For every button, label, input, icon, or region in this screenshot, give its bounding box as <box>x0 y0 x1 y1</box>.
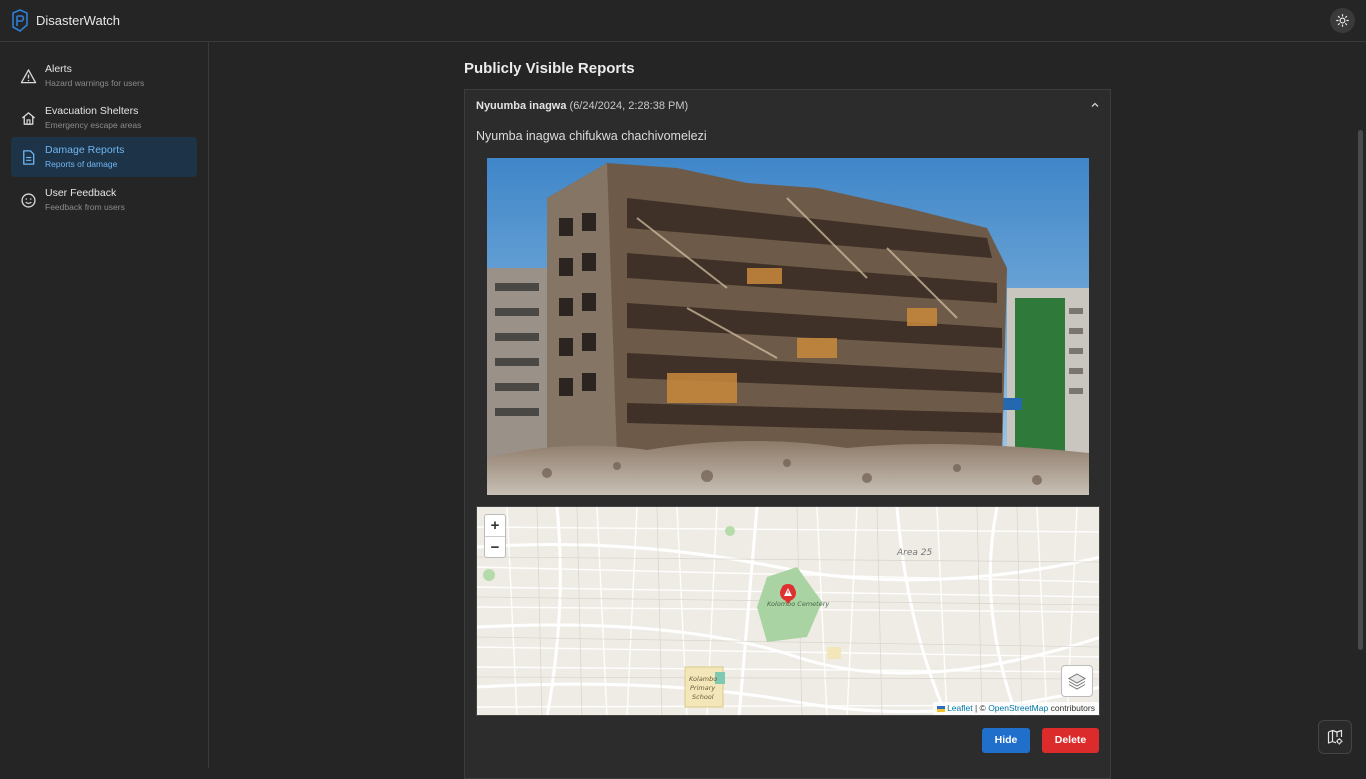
attribution-contributors: contributors <box>1050 703 1095 713</box>
layers-icon <box>1067 673 1087 690</box>
map-school-label: Kolambo <box>689 675 717 683</box>
damage-photo <box>487 158 1089 495</box>
sidebar-item-label: Alerts <box>45 63 72 75</box>
map-view-button[interactable] <box>1318 720 1352 754</box>
disasterwatch-logo-icon <box>12 9 28 32</box>
sidebar-item-label: Damage Reports <box>45 144 125 156</box>
alert-triangle-icon <box>20 69 37 84</box>
map-tiles: Area 25 Kolombo Cemetery Kolambo Primary… <box>477 507 1099 715</box>
map-layers-button[interactable] <box>1061 665 1093 697</box>
document-icon <box>23 150 35 165</box>
theme-toggle-button[interactable] <box>1330 8 1355 33</box>
sun-icon <box>1336 14 1349 27</box>
leaflet-link[interactable]: Leaflet <box>947 703 973 713</box>
ukraine-flag-icon <box>936 705 945 712</box>
home-icon <box>21 112 36 125</box>
sidebar-item-alerts[interactable]: Alerts Hazard warnings for users <box>11 56 197 96</box>
map-attribution: Leaflet | © OpenStreetMap contributors <box>932 702 1099 715</box>
sidebar-item-damage-reports[interactable]: Damage Reports Reports of damage <box>11 137 197 177</box>
delete-button[interactable]: Delete <box>1042 728 1099 753</box>
report-location-map[interactable]: Area 25 Kolombo Cemetery Kolambo Primary… <box>476 506 1100 716</box>
attribution-separator: | © <box>974 703 986 713</box>
map-school-label: Primary <box>690 684 715 692</box>
sidebar-item-sublabel: Hazard warnings for users <box>45 78 145 88</box>
report-card: Nyuumba inagwa (6/24/2024, 2:28:38 PM) N… <box>464 89 1111 779</box>
sidebar-item-sublabel: Feedback from users <box>45 202 125 212</box>
report-header[interactable]: Nyuumba inagwa (6/24/2024, 2:28:38 PM) <box>476 100 688 112</box>
report-author: Nyuumba inagwa <box>476 100 567 112</box>
hide-button[interactable]: Hide <box>982 728 1030 753</box>
map-settings-icon <box>1327 729 1343 745</box>
sidebar: Alerts Hazard warnings for users Evacuat… <box>0 42 209 768</box>
sidebar-item-sublabel: Emergency escape areas <box>45 120 142 130</box>
zoom-in-button[interactable]: + <box>485 515 505 537</box>
collapsed-building-image <box>487 158 1089 495</box>
sidebar-item-label: User Feedback <box>45 187 117 199</box>
top-bar: DisasterWatch <box>0 0 1366 42</box>
app-title: DisasterWatch <box>36 13 121 28</box>
report-timestamp: (6/24/2024, 2:28:38 PM) <box>569 100 689 112</box>
report-description: Nyumba inagwa chifukwa chachivomelezi <box>476 129 707 143</box>
map-cemetery-label: Kolombo Cemetery <box>767 600 829 608</box>
map-zoom-control: + − <box>484 514 506 558</box>
page-title: Publicly Visible Reports <box>464 60 635 77</box>
sidebar-item-user-feedback[interactable]: User Feedback Feedback from users <box>11 180 197 220</box>
page-scrollbar[interactable] <box>1358 130 1363 650</box>
map-area-label: Area 25 <box>896 548 932 558</box>
sidebar-item-evacuation-shelters[interactable]: Evacuation Shelters Emergency escape are… <box>11 98 197 138</box>
openstreetmap-link[interactable]: OpenStreetMap <box>988 703 1048 713</box>
smiley-icon <box>21 193 36 208</box>
zoom-out-button[interactable]: − <box>485 537 505 559</box>
sidebar-item-label: Evacuation Shelters <box>45 105 139 117</box>
chevron-up-icon[interactable] <box>1090 100 1100 110</box>
sidebar-item-sublabel: Reports of damage <box>45 159 118 169</box>
map-school-label: School <box>692 693 714 701</box>
